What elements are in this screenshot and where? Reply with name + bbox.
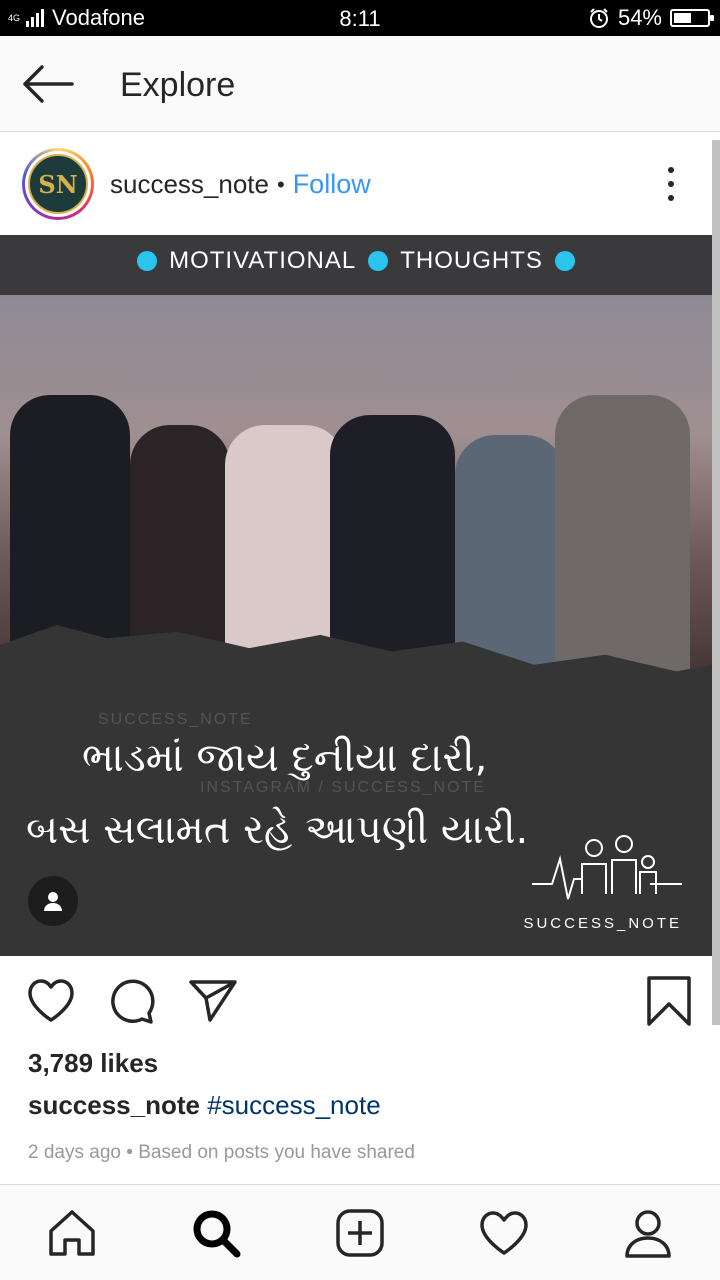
battery-percent: 54% xyxy=(617,5,662,30)
new-post-icon[interactable] xyxy=(334,1207,386,1259)
more-options-icon[interactable] xyxy=(666,167,676,201)
search-icon[interactable] xyxy=(190,1207,242,1259)
follow-button[interactable]: Follow xyxy=(293,169,371,200)
post-header: SN success_note • Follow xyxy=(0,133,712,235)
home-icon[interactable] xyxy=(46,1207,98,1259)
post-image[interactable]: MOTIVATIONAL THOUGHTS SUCCESS_NOTE INSTA… xyxy=(0,235,712,956)
family-logo-icon xyxy=(532,834,682,904)
tag-thoughts: THOUGHTS xyxy=(400,247,543,274)
scrollbar[interactable] xyxy=(712,140,720,1025)
watermark-text: SUCCESS_NOTE xyxy=(98,711,253,728)
bookmark-icon[interactable] xyxy=(644,976,694,1026)
status-right: 54% xyxy=(588,0,714,36)
post-caption: success_note #success_note xyxy=(28,1090,381,1121)
caption-username[interactable]: success_note xyxy=(28,1090,200,1120)
meta-dot: • xyxy=(126,1142,133,1163)
status-bar: 4G Vodafone 8:11 54% xyxy=(0,0,720,36)
quote-line-1: ભાડમાં જાય દુનીયા દારી, xyxy=(82,735,488,781)
tag-dot xyxy=(137,251,158,271)
caption-hashtag[interactable]: #success_note xyxy=(207,1090,380,1120)
post-meta: 2 days ago • Based on posts you have sha… xyxy=(28,1142,415,1164)
post-actions xyxy=(0,956,712,1046)
like-count[interactable]: 3,789 likes xyxy=(28,1048,158,1079)
battery-icon xyxy=(670,9,714,27)
photo-friends xyxy=(0,295,712,695)
page-title: Explore xyxy=(120,66,236,104)
top-bar: Explore xyxy=(0,36,720,132)
avatar[interactable]: SN xyxy=(22,148,94,220)
watermark-instagram: INSTAGRAM / SUCCESS_NOTE xyxy=(200,779,486,796)
share-send-icon[interactable] xyxy=(188,976,238,1026)
bottom-navigation xyxy=(0,1184,720,1280)
like-heart-icon[interactable] xyxy=(26,976,76,1026)
alarm-icon xyxy=(588,7,610,29)
activity-heart-icon[interactable] xyxy=(478,1207,530,1259)
post-time: 2 days ago xyxy=(28,1142,121,1163)
tag-motivational: MOTIVATIONAL xyxy=(169,247,357,274)
post-username[interactable]: success_note xyxy=(110,169,269,200)
tag-dot xyxy=(554,251,575,271)
post-context: Based on posts you have shared xyxy=(138,1142,415,1163)
tag-dot xyxy=(368,251,389,271)
post-username-line: success_note • Follow xyxy=(110,169,371,200)
separator-dot: • xyxy=(276,171,285,197)
brand-watermark: SUCCESS_NOTE xyxy=(523,915,682,932)
tagged-users-icon[interactable] xyxy=(28,876,78,926)
back-arrow-icon[interactable] xyxy=(20,62,76,106)
comment-icon[interactable] xyxy=(108,976,158,1026)
avatar-logo: SN xyxy=(28,154,88,214)
profile-icon[interactable] xyxy=(622,1207,674,1259)
image-tag-bar: MOTIVATIONAL THOUGHTS xyxy=(0,235,712,295)
